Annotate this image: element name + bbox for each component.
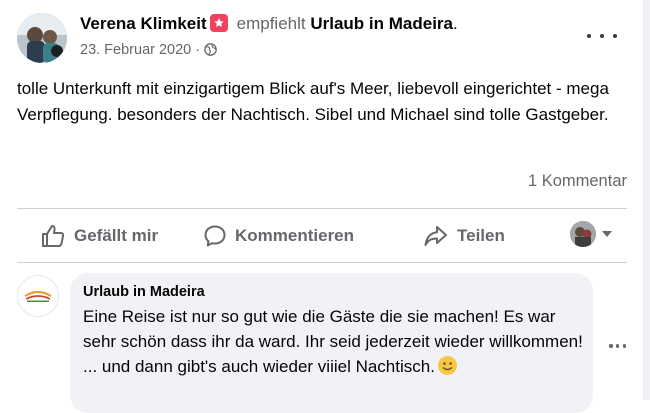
thumbs-up-icon: [42, 225, 65, 247]
comment-author[interactable]: Urlaub in Madeira: [83, 284, 205, 300]
comment-bubble: Urlaub in Madeira Eine Reise ist nur so …: [70, 273, 593, 413]
comment-bubble-icon: [204, 225, 226, 247]
recommend-icon: [209, 14, 228, 32]
post-header: Verena Klimkeit empfiehlt Urlaub in Madei…: [0, 0, 650, 70]
comment-button[interactable]: Kommentieren: [203, 222, 354, 250]
recommended-page-link[interactable]: Urlaub in Madeira: [310, 14, 453, 33]
comment-options-icon[interactable]: [609, 343, 626, 349]
comment-count-link[interactable]: 1 Kommentar: [528, 172, 627, 191]
meta-separator: ·: [195, 42, 201, 58]
page-logo-avatar[interactable]: [17, 275, 59, 317]
comment-label: Kommentieren: [235, 226, 355, 245]
smile-emoji-icon: [437, 356, 457, 375]
share-button[interactable]: Teilen: [423, 222, 505, 250]
share-arrow-icon: [424, 226, 447, 246]
title-period: .: [452, 14, 458, 33]
react-as-selector[interactable]: [570, 221, 612, 247]
divider-bottom: [17, 262, 627, 263]
post-options-icon[interactable]: [587, 24, 617, 48]
comment-text: Eine Reise ist nur so gut wie die Gäste …: [83, 307, 583, 376]
divider-top: [17, 208, 627, 209]
like-button[interactable]: Gefällt mir: [40, 222, 158, 250]
author-name[interactable]: Verena Klimkeit: [80, 14, 207, 33]
post-text: tolle Unterkunft mit einzigartigem Blick…: [17, 79, 609, 124]
scroll-edge: [643, 0, 650, 400]
globe-icon[interactable]: [204, 43, 217, 60]
caret-down-icon: [602, 231, 612, 237]
post-title-line: Verena Klimkeit empfiehlt Urlaub in Madei…: [80, 14, 458, 34]
current-user-avatar: [570, 221, 596, 247]
comment-text-block: Eine Reise ist nur so gut wie die Gäste …: [83, 304, 583, 379]
author-avatar[interactable]: [17, 13, 67, 63]
like-label: Gefällt mir: [74, 226, 159, 245]
post-date[interactable]: 23. Februar 2020: [80, 42, 191, 58]
recommend-verb: empfiehlt: [236, 14, 306, 33]
share-label: Teilen: [457, 226, 505, 245]
post-meta: 23. Februar 2020 ·: [80, 42, 217, 60]
